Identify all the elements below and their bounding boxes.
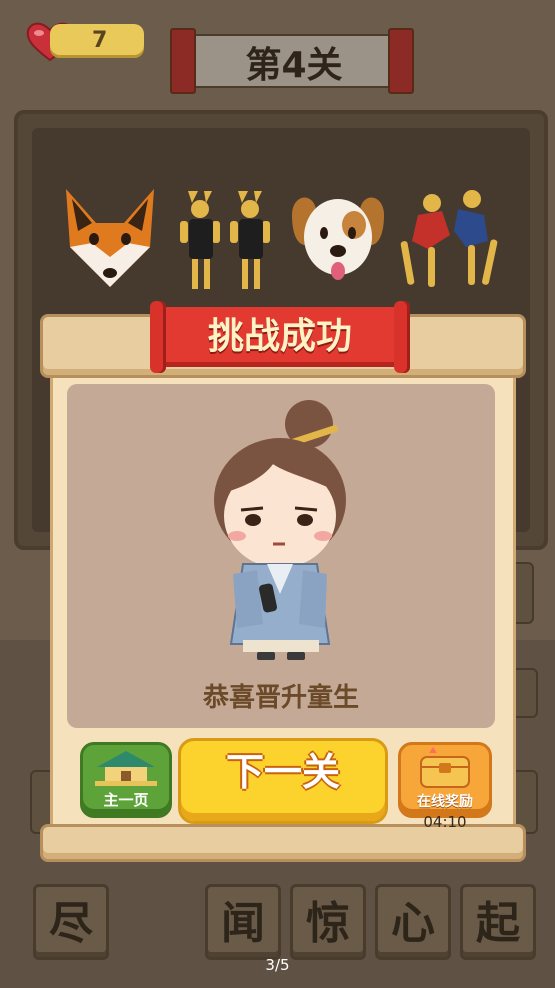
answer-tile[interactable]: 心 [375,884,451,960]
online-reward-button[interactable]: 在线奖励 [398,742,492,818]
answer-tile[interactable]: 闻 [205,884,281,960]
answer-tile-char: 起 [476,898,520,949]
answer-tile[interactable]: 尽 [33,884,109,960]
lives-counter: 7 [50,24,144,58]
level-banner-paper: 第4关 [186,34,402,88]
online-reward-label: 在线奖励 [417,794,473,810]
answer-tile-char: 惊 [306,898,350,949]
next-level-label: 下一关 [225,750,340,794]
title-band: 挑战成功 [160,307,400,367]
dialog-title: 挑战成功 [207,316,352,357]
fox-emoji-icon [66,189,154,287]
answer-tile-char: 尽 [49,898,93,949]
answer-tile-char: 闻 [221,898,265,949]
answer-tile-char: 心 [391,898,435,949]
rank-message: 恭喜晋升童生 [202,683,359,713]
banner-roll-right [394,301,410,373]
title-banner: 挑战成功 [150,297,410,379]
next-level-button[interactable]: 下一关 [178,738,388,824]
level-title: 第4关 [245,45,343,86]
answer-tile[interactable]: 惊 [290,884,366,960]
scholar-character-icon [214,400,346,660]
answer-tile[interactable]: 起 [460,884,536,960]
home-button-label: 主一页 [103,791,149,809]
twin-bunny-dancers-icon [180,191,270,289]
puppy-emoji-icon [292,197,384,280]
lives-count: 7 [92,28,108,53]
palace-icon [95,751,157,786]
banner-rod-right [388,28,414,94]
level-banner: 第4关 [170,28,414,94]
home-button[interactable]: 主一页 [80,742,172,818]
page-indicator: 3/5 [265,956,290,974]
wrestlers-icon [400,190,498,287]
treasure-chest-icon [420,747,470,788]
banner-roll-left [150,301,166,373]
reward-countdown: 04:10 [423,813,467,831]
banner-rod-left [170,28,196,94]
